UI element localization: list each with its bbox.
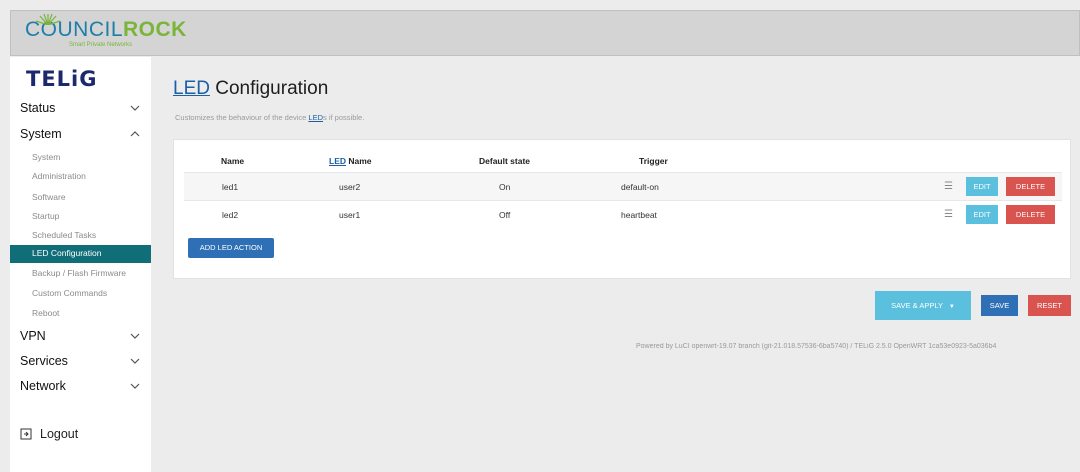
top-bar: COUNCILROCK Smart Private Networks [10,10,1080,56]
cell-led-name: user2 [339,182,361,192]
column-header-name: Name [221,156,245,166]
sidebar-menu-label: VPN [20,329,46,343]
sidebar-menu-label: Network [20,379,66,393]
column-header-trigger: Trigger [639,156,668,166]
cell-name: led1 [222,182,239,192]
footer-text: Powered by LuCI openwrt-19.07 branch (gi… [636,343,997,350]
cell-name: led2 [222,210,239,220]
chevron-down-icon [130,105,140,111]
sidebar-menu-label: Status [20,101,56,115]
cell-trigger: default-on [621,182,659,192]
sidebar-item-reboot[interactable]: Reboot [32,308,59,318]
sidebar-menu-services[interactable]: Services [20,354,141,368]
logout-icon [20,428,32,440]
cell-trigger: heartbeat [621,210,657,220]
column-header-led-rest: Name [346,156,372,166]
column-header-led-abbr: LED [329,156,346,166]
sidebar-menu-vpn[interactable]: VPN [20,329,141,343]
sidebar-item-label: LED Configuration [32,248,102,258]
save-apply-button[interactable]: SAVE & APPLY ▼ [875,291,971,320]
logout-button[interactable]: Logout [20,427,78,441]
page-title-abbr: LED [173,78,210,99]
page-description-abbr: LED [308,113,324,122]
cell-default-state: On [499,182,511,192]
caret-down-icon[interactable]: ▼ [949,304,955,310]
edit-button[interactable]: EDIT [966,205,998,224]
sidebar-item-custom-commands[interactable]: Custom Commands [32,288,107,298]
chevron-up-icon [130,131,140,137]
sidebar-menu-system[interactable]: System [20,127,141,141]
sidebar-item-administration[interactable]: Administration [32,171,86,181]
sidebar-item-led-configuration[interactable]: LED Configuration [10,245,151,263]
councilrock-logo[interactable]: COUNCILROCK Smart Private Networks [25,13,187,48]
page-title-rest: Configuration [209,78,329,99]
sidebar-item-scheduled-tasks[interactable]: Scheduled Tasks [32,230,96,240]
sidebar-item-startup[interactable]: Startup [32,211,59,221]
table-row: led2 user1 Off heartbeat ☰ EDIT DELETE [184,200,1062,228]
sidebar-menu-network[interactable]: Network [20,379,141,393]
sidebar: TELiG Status System System Administratio… [10,57,151,472]
drag-handle-icon[interactable]: ☰ [944,181,953,192]
page-description: Customizes the behaviour of the device L… [175,113,364,122]
column-header-default-state: Default state [479,156,531,166]
drag-handle-icon[interactable]: ☰ [944,209,953,220]
edit-button[interactable]: EDIT [966,177,998,196]
delete-button[interactable]: DELETE [1006,205,1055,224]
sidebar-menu-label: System [20,127,62,141]
table-row: led1 user2 On default-on ☰ EDIT DELETE [184,172,1062,200]
column-header-led-name: LED Name [329,156,372,166]
sidebar-item-backup-flash-firmware[interactable]: Backup / Flash Firmware [32,268,126,278]
cell-default-state: Off [499,210,511,220]
sidebar-menu-status[interactable]: Status [20,101,141,115]
led-table-card: Name LED Name Default state Trigger led1… [173,139,1071,279]
chevron-down-icon [130,333,140,339]
logout-label: Logout [40,427,79,441]
chevron-down-icon [130,358,140,364]
delete-button[interactable]: DELETE [1006,177,1055,196]
add-led-action-button[interactable]: ADD LED ACTION [188,238,274,258]
page-description-pre: Customizes the behaviour of the device [175,113,309,122]
brand-tagline: Smart Private Networks [69,42,133,48]
chevron-down-icon [130,383,140,389]
cell-led-name: user1 [339,210,361,220]
save-button[interactable]: SAVE [981,295,1018,316]
page-title: LED Configuration [173,78,328,100]
sunburst-icon [35,13,61,25]
sidebar-menu-label: Services [20,354,68,368]
brand-name-part2: ROCK [123,18,187,41]
save-apply-label: SAVE & APPLY [891,301,943,310]
sidebar-item-system[interactable]: System [32,152,60,162]
reset-button[interactable]: RESET [1028,295,1071,316]
page-description-post: s if possible. [323,113,365,122]
product-logo[interactable]: TELiG [26,67,98,91]
sidebar-item-software[interactable]: Software [32,192,66,202]
